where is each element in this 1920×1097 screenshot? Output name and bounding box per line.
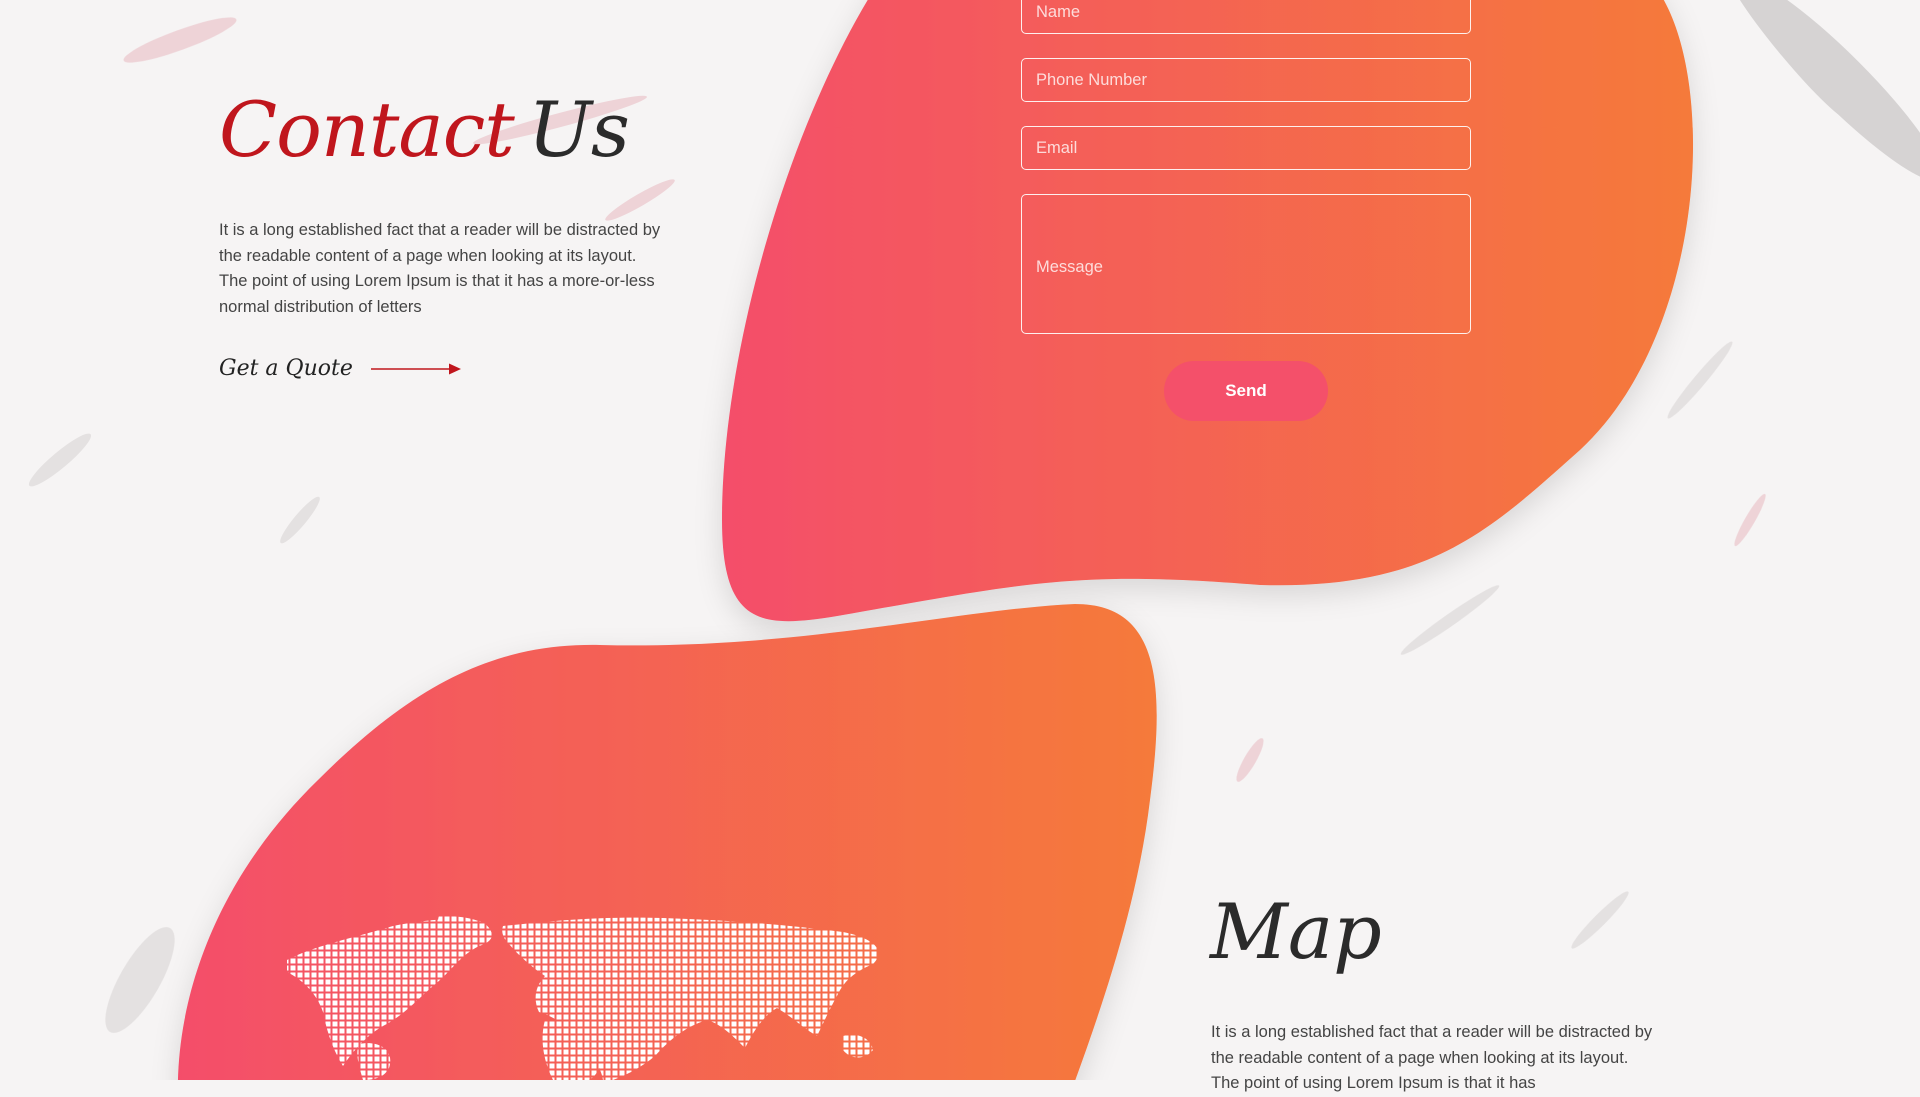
arrow-right-icon xyxy=(370,363,461,374)
get-a-quote-link[interactable]: Get a Quote xyxy=(219,356,461,381)
contact-description: It is a long established fact that a rea… xyxy=(219,221,661,316)
map-description: It is a long established fact that a rea… xyxy=(1211,1023,1653,1092)
phone-number-field[interactable] xyxy=(1021,58,1471,102)
send-button[interactable]: Send xyxy=(1164,361,1328,421)
map-title: Map xyxy=(1210,887,1382,976)
email-field[interactable] xyxy=(1021,126,1471,170)
message-field[interactable] xyxy=(1021,194,1471,334)
contact-title-word-1: Contact xyxy=(219,85,515,174)
world-map-icon xyxy=(287,916,879,1080)
name-field[interactable] xyxy=(1021,0,1471,34)
contact-title-word-2: Us xyxy=(527,85,630,174)
contact-title: Contact Us xyxy=(219,92,630,168)
get-a-quote-label: Get a Quote xyxy=(219,356,353,381)
